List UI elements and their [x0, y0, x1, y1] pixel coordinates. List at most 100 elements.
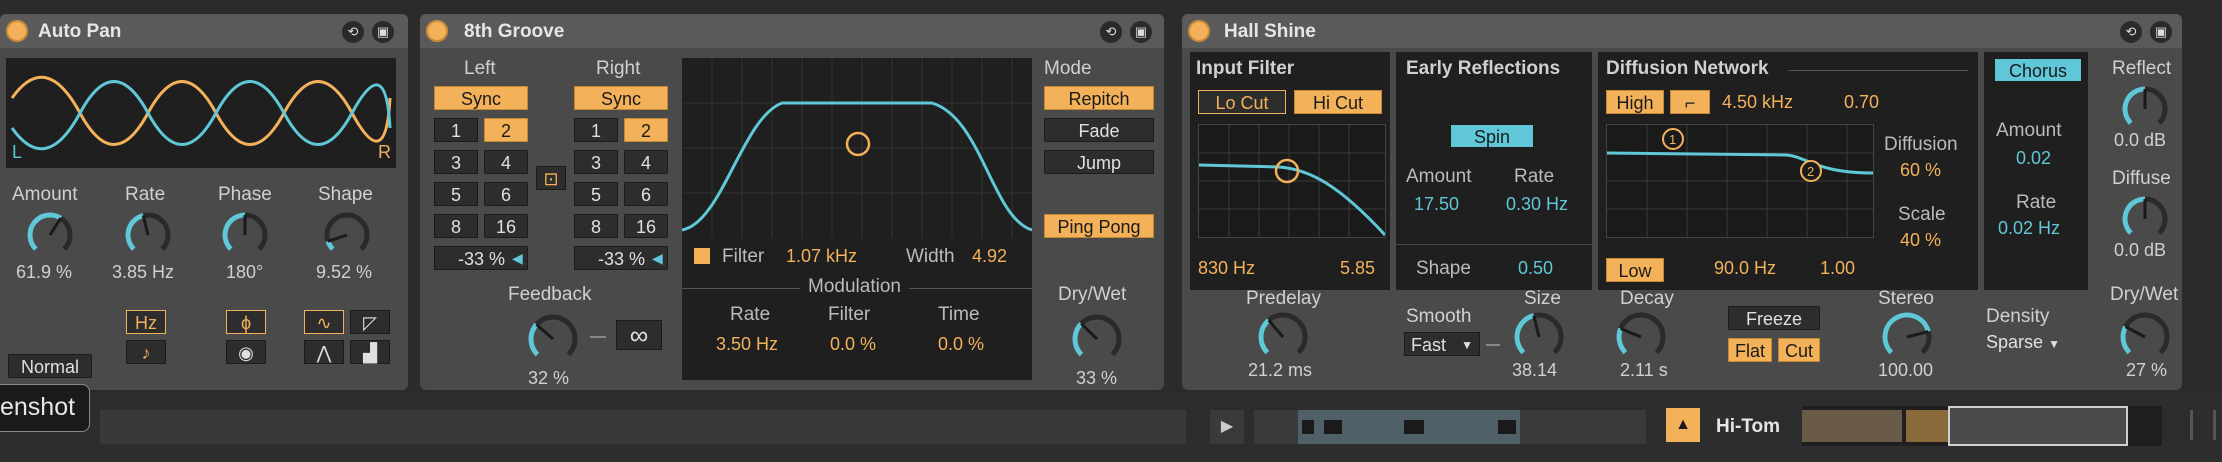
- right-division-16[interactable]: 16: [624, 214, 668, 238]
- shape-knob[interactable]: [322, 210, 372, 260]
- mod-time-value[interactable]: 0.0 %: [938, 334, 984, 355]
- filter-width-value[interactable]: 5.85: [1340, 258, 1375, 279]
- scale-value[interactable]: 40 %: [1900, 230, 1941, 251]
- lfo-waveform: [10, 75, 392, 151]
- phase-knob[interactable]: [220, 210, 270, 260]
- hot-swap-icon[interactable]: ⟲: [1100, 21, 1122, 43]
- diffusion-value[interactable]: 60 %: [1900, 160, 1941, 181]
- play-clip-button[interactable]: ▶: [1210, 410, 1244, 444]
- filter-toggle-icon[interactable]: [694, 248, 710, 264]
- hot-swap-icon[interactable]: ⟲: [2120, 21, 2142, 43]
- save-preset-icon[interactable]: ▣: [1130, 21, 1152, 43]
- phase-invert-button[interactable]: ϕ: [226, 310, 266, 334]
- diffuse-knob[interactable]: [2120, 194, 2170, 244]
- smooth-select[interactable]: Fast ▼: [1404, 332, 1480, 356]
- left-division-8[interactable]: 8: [434, 214, 478, 238]
- right-division-4[interactable]: 4: [624, 150, 668, 174]
- scroll-track[interactable]: [100, 410, 1186, 444]
- feedback-knob[interactable]: [526, 312, 580, 366]
- link-button[interactable]: ⊡: [536, 166, 566, 190]
- high-value[interactable]: 0.70: [1844, 92, 1879, 113]
- right-division-3[interactable]: 3: [574, 150, 618, 174]
- flat-button[interactable]: Flat: [1728, 338, 1772, 362]
- right-sync-button[interactable]: Sync: [574, 86, 668, 110]
- low-freq-value[interactable]: 90.0 Hz: [1714, 258, 1776, 279]
- infinite-feedback-button[interactable]: ∞: [616, 320, 662, 350]
- freeze-button[interactable]: Freeze: [1728, 306, 1820, 330]
- high-button[interactable]: High: [1606, 90, 1664, 114]
- sine-wave-button[interactable]: ∿: [304, 310, 344, 334]
- right-division-6[interactable]: 6: [624, 182, 668, 206]
- right-division-2[interactable]: 2: [624, 118, 668, 142]
- reflect-label: Reflect: [2112, 58, 2172, 79]
- mode-repitch-button[interactable]: Repitch: [1044, 86, 1154, 110]
- beat-sync-button[interactable]: ♪: [126, 340, 166, 364]
- mode-fade-button[interactable]: Fade: [1044, 118, 1154, 142]
- mod-filter-value[interactable]: 0.0 %: [830, 334, 876, 355]
- groove-drywet-knob[interactable]: [1070, 312, 1124, 366]
- left-division-5[interactable]: 5: [434, 182, 478, 206]
- reflect-knob[interactable]: [2120, 84, 2170, 134]
- hall-drywet-value: 27 %: [2126, 360, 2168, 380]
- save-preset-icon[interactable]: ▣: [2150, 21, 2172, 43]
- hall-power-button[interactable]: [1188, 20, 1210, 42]
- decay-knob[interactable]: [1614, 310, 1668, 364]
- hot-swap-icon[interactable]: ⟲: [342, 21, 364, 43]
- predelay-label: Predelay: [1246, 288, 1321, 309]
- mode-select[interactable]: Normal: [8, 354, 92, 378]
- shape-value[interactable]: 0.50: [1518, 258, 1553, 279]
- hall-drywet-knob[interactable]: [2118, 310, 2172, 364]
- right-division-1[interactable]: 1: [574, 118, 618, 142]
- filter-value[interactable]: 1.07 kHz: [786, 246, 857, 267]
- left-division-2[interactable]: 2: [484, 118, 528, 142]
- groove-drywet-value: 33 %: [1076, 368, 1118, 388]
- saw-wave-button[interactable]: ◸: [350, 310, 390, 334]
- er-rate-value[interactable]: 0.30 Hz: [1506, 194, 1568, 215]
- predelay-knob[interactable]: [1256, 310, 1310, 364]
- left-division-4[interactable]: 4: [484, 150, 528, 174]
- stereo-label: Stereo: [1878, 288, 1934, 309]
- right-division-8[interactable]: 8: [574, 214, 618, 238]
- right-division-5[interactable]: 5: [574, 182, 618, 206]
- low-button[interactable]: Low: [1606, 258, 1664, 282]
- smooth-label: Smooth: [1406, 306, 1472, 327]
- hz-button[interactable]: Hz: [126, 310, 166, 334]
- device-thumbnails[interactable]: [1802, 406, 2162, 446]
- auto-pan-power-button[interactable]: [6, 20, 28, 42]
- left-division-1[interactable]: 1: [434, 118, 478, 142]
- width-value[interactable]: 4.92: [972, 246, 1007, 267]
- spin-icon[interactable]: ◉: [226, 340, 266, 364]
- ping-pong-button[interactable]: Ping Pong: [1044, 214, 1154, 238]
- high-freq-value[interactable]: 4.50 kHz: [1722, 92, 1793, 113]
- density-select[interactable]: Sparse ▼: [1986, 332, 2072, 356]
- ch-amount-value[interactable]: 0.02: [2016, 148, 2051, 169]
- expand-arrow-button[interactable]: ▲: [1666, 408, 1700, 442]
- shelf-filter-icon[interactable]: ⌐: [1670, 90, 1710, 114]
- locut-button[interactable]: Lo Cut: [1198, 90, 1286, 114]
- mode-jump-button[interactable]: Jump: [1044, 150, 1154, 174]
- chorus-button[interactable]: Chorus: [1994, 58, 2082, 82]
- spin-button[interactable]: Spin: [1450, 124, 1534, 148]
- left-division-3[interactable]: 3: [434, 150, 478, 174]
- amount-knob[interactable]: [25, 210, 75, 260]
- low-value[interactable]: 1.00: [1820, 258, 1855, 279]
- ch-rate-value[interactable]: 0.02 Hz: [1998, 218, 2060, 239]
- left-sync-button[interactable]: Sync: [434, 86, 528, 110]
- size-knob[interactable]: [1512, 310, 1566, 364]
- left-division-6[interactable]: 6: [484, 182, 528, 206]
- stereo-knob[interactable]: [1880, 310, 1934, 364]
- random-wave-button[interactable]: ▟: [350, 340, 390, 364]
- hicut-button[interactable]: Hi Cut: [1294, 90, 1382, 114]
- cut-button[interactable]: Cut: [1778, 338, 1820, 362]
- groove-power-button[interactable]: [426, 20, 448, 42]
- rate-knob[interactable]: [123, 210, 173, 260]
- left-division-16[interactable]: 16: [484, 214, 528, 238]
- save-preset-icon[interactable]: ▣: [372, 21, 394, 43]
- triangle-wave-button[interactable]: ⋀: [304, 340, 344, 364]
- clip-overview[interactable]: [1254, 410, 1646, 444]
- left-offset-arrow-icon: ◀: [512, 250, 523, 266]
- er-amount-value[interactable]: 17.50: [1414, 194, 1459, 215]
- filter-freq-value[interactable]: 830 Hz: [1198, 258, 1255, 279]
- size-label: Size: [1524, 288, 1561, 309]
- mod-rate-value[interactable]: 3.50 Hz: [716, 334, 778, 355]
